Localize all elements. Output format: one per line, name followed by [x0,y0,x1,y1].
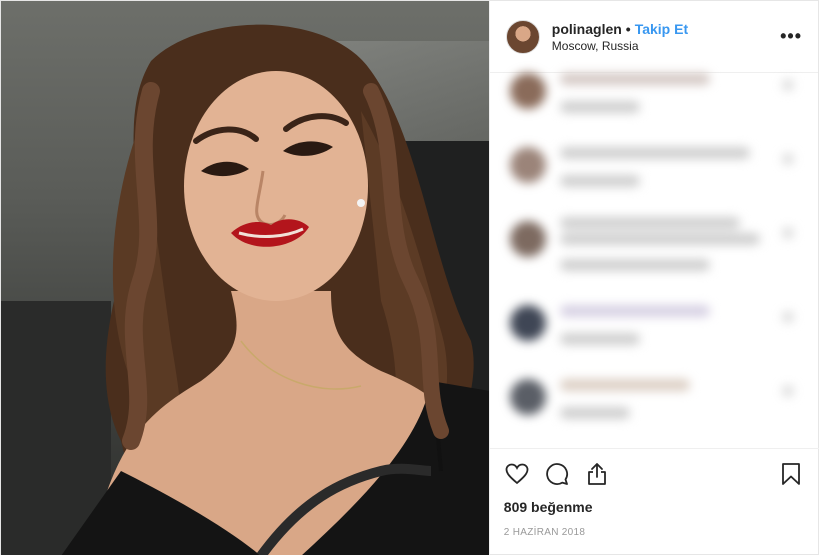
post-date[interactable]: 2 HAZİRAN 2018 [504,527,808,538]
comment-item [504,65,814,135]
likes-count[interactable]: 809 beğenme [504,499,808,515]
comment-avatar [509,221,546,257]
comment-avatar [509,147,546,183]
location-link[interactable]: Moscow, Russia [552,39,780,53]
post-photo[interactable] [1,1,489,555]
comment-avatar [509,305,546,341]
action-icons [504,459,808,489]
avatar[interactable] [505,19,540,54]
post-actions: 809 beğenme 2 HAZİRAN 2018 [489,448,819,538]
comment-like-icon [781,79,794,91]
share-icon[interactable] [584,461,610,487]
comment-avatar [509,73,546,109]
comment-item [504,213,814,283]
comment-meta-blurred [559,407,630,419]
bookmark-icon[interactable] [778,461,804,487]
comment-meta-blurred [559,175,640,187]
header-text: polinaglen • Takip Et Moscow, Russia [552,20,780,53]
comment-like-icon [781,153,794,165]
comments-list [490,61,819,447]
comment-item [504,139,814,209]
comment-text-blurred [559,147,750,159]
comment-meta-blurred [559,333,640,345]
portrait-illustration [61,24,489,555]
header-row: polinaglen • Takip Et [552,20,780,38]
username-link[interactable]: polinaglen [552,20,622,38]
comment-like-icon [781,227,794,239]
comment-text-blurred [559,379,690,391]
comment-text-blurred [559,73,710,85]
separator-dot: • [625,21,631,37]
comment-item [504,297,814,367]
comment-meta-blurred [559,259,710,271]
comment-meta-blurred [559,101,640,113]
comment-like-icon [781,311,794,323]
follow-button[interactable]: Takip Et [635,20,688,38]
comment-text-blurred [559,233,760,245]
comment-text-blurred [559,217,740,229]
comment-like-icon [781,385,794,397]
comment-avatar [509,379,546,415]
comment-text-blurred [559,305,710,317]
comment-icon[interactable] [544,461,570,487]
more-horizontal-icon[interactable]: ••• [780,26,802,47]
post-sidebar: polinaglen • Takip Et Moscow, Russia ••• [488,1,819,555]
heart-icon[interactable] [504,461,530,487]
comment-item [504,371,814,441]
instagram-post: polinaglen • Takip Et Moscow, Russia ••• [0,0,819,555]
